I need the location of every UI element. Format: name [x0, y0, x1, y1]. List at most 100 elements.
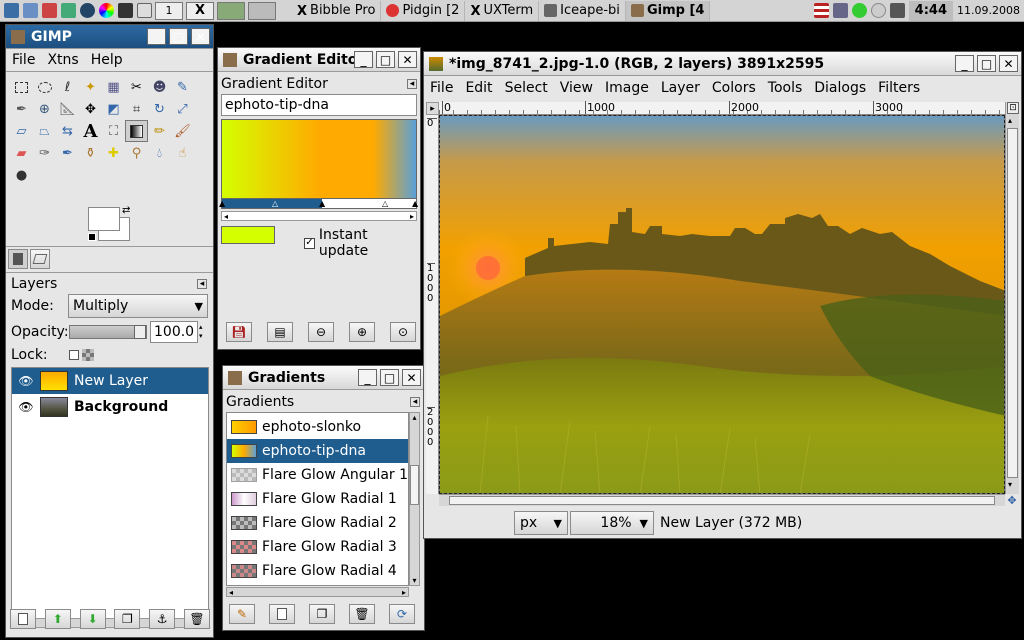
gradients-hscrollbar[interactable]: ◂ ▸ [226, 587, 409, 597]
task-bibble[interactable]: X Bibble Pro [292, 0, 382, 21]
status-green-icon[interactable] [851, 3, 867, 18]
status-grey-icon[interactable] [870, 3, 886, 18]
raise-layer-icon[interactable]: ⬆ [44, 609, 71, 629]
minimize-button[interactable]: _ [147, 28, 166, 45]
heal-icon[interactable]: ✚ [102, 142, 125, 164]
menu-dialogs[interactable]: Dialogs [808, 80, 872, 96]
menu-edit[interactable]: Edit [459, 80, 498, 96]
toolbox-titlebar[interactable]: GIMP _ □ ✕ [6, 25, 213, 49]
scroll-up-icon[interactable]: ▴ [1008, 116, 1012, 125]
flag-us-icon[interactable] [813, 3, 829, 18]
move-icon[interactable]: ✥ [79, 98, 102, 120]
stop-marker-icon[interactable]: ▲ [319, 200, 325, 208]
fuzzy-select-icon[interactable]: ✦ [79, 76, 102, 98]
delete-layer-icon[interactable]: 🗑︎ [183, 609, 210, 629]
menu-layer[interactable]: Layer [655, 80, 706, 96]
menu-image[interactable]: Image [599, 80, 655, 96]
mode-select[interactable]: Multiply ▼ [68, 294, 208, 318]
text-icon[interactable]: A [79, 120, 102, 142]
task-gimp[interactable]: Gimp [4 [625, 0, 711, 21]
workspace-4-button[interactable] [248, 1, 276, 20]
scroll-down-icon[interactable]: ▾ [412, 576, 416, 585]
gradient-name-input[interactable]: ephoto-tip-dna [221, 94, 417, 116]
perspective-icon[interactable]: ⏢ [33, 120, 56, 142]
scroll-thumb[interactable] [410, 465, 419, 505]
anchor-layer-icon[interactable]: ⚓ [149, 609, 176, 629]
close-button[interactable]: ✕ [999, 55, 1018, 72]
scroll-right-icon[interactable]: ▸ [402, 588, 406, 597]
opacity-input[interactable]: 100.0 [150, 321, 198, 343]
document-launcher-icon[interactable] [137, 3, 152, 18]
opacity-slider[interactable] [69, 325, 147, 339]
scroll-left-icon[interactable]: ◂ [229, 588, 233, 597]
scale-icon[interactable]: ⤢ [171, 98, 194, 120]
gradient-stops-bar[interactable]: ▲ △ ▲ △ ▲ [219, 199, 418, 209]
image-canvas[interactable] [439, 115, 1005, 494]
gradient-item[interactable]: ephoto-tip-dna [227, 439, 408, 463]
duplicate-gradient-icon[interactable]: ❐ [309, 604, 335, 624]
scissors-icon[interactable]: ✂ [125, 76, 148, 98]
gradient-item[interactable]: Flare Glow Radial 4 [227, 559, 408, 583]
color-picker-icon[interactable]: ✒ [10, 98, 33, 120]
gradient-preview[interactable] [221, 119, 417, 199]
zoom-select[interactable]: 18% ▼ [570, 511, 654, 535]
workspace-2-button[interactable]: X [186, 1, 214, 20]
layer-row[interactable]: 👁︎ Background [12, 394, 208, 420]
measure-icon[interactable]: 📐︎ [56, 98, 79, 120]
refresh-gradients-icon[interactable]: ⟳ [389, 604, 415, 624]
minimize-button[interactable]: _ [358, 369, 377, 386]
terminal-launcher-icon[interactable] [4, 3, 19, 18]
workspace-1-button[interactable]: 1 [155, 1, 183, 20]
tab-menu-icon[interactable]: ◂ [410, 397, 420, 407]
gradient-item[interactable]: Flare Glow Radial 1 [227, 487, 408, 511]
menu-view[interactable]: View [554, 80, 599, 96]
rotate-icon[interactable]: ↻ [148, 98, 171, 120]
scroll-right-icon[interactable]: ▸ [410, 212, 414, 221]
maximize-button[interactable]: □ [376, 51, 395, 68]
blend-icon[interactable] [125, 120, 148, 142]
zoom-in-icon[interactable]: ⊕ [349, 322, 375, 342]
scroll-down-icon[interactable]: ▾ [1008, 480, 1012, 489]
instant-update-checkbox[interactable]: ✓ [304, 237, 315, 249]
foreground-select-icon[interactable]: ☻ [148, 76, 171, 98]
zoom-all-icon[interactable]: ⊙ [390, 322, 416, 342]
horizontal-ruler[interactable]: 0 1000 2000 3000 [439, 101, 1005, 115]
close-button[interactable]: ✕ [402, 369, 421, 386]
scroll-thumb[interactable] [449, 496, 995, 505]
task-pidgin[interactable]: Pidgin [2 [381, 0, 466, 21]
globe-launcher-icon[interactable] [80, 3, 95, 18]
stop-marker-icon[interactable]: △ [272, 200, 278, 208]
mail-launcher-icon[interactable] [61, 3, 76, 18]
default-colors-icon[interactable] [88, 233, 96, 241]
gradient-hscrollbar[interactable]: ◂ ▸ [221, 211, 417, 221]
crop-icon[interactable]: ⌗ [125, 98, 148, 120]
save-icon[interactable]: 💾︎ [226, 322, 252, 342]
network-icon[interactable] [889, 3, 905, 18]
smudge-icon[interactable]: ☝ [171, 142, 194, 164]
user-icon[interactable] [832, 3, 848, 18]
gradients-titlebar[interactable]: Gradients _ □ ✕ [223, 366, 424, 390]
airbrush-icon[interactable]: ✑ [33, 142, 56, 164]
pencil-icon[interactable]: ✏ [148, 120, 171, 142]
menu-tools[interactable]: Tools [762, 80, 809, 96]
close-button[interactable]: ✕ [191, 28, 210, 45]
menu-xtns[interactable]: Xtns [41, 52, 84, 68]
blur-icon[interactable]: 💧︎ [148, 142, 171, 164]
paintbrush-icon[interactable]: 🖌︎ [171, 120, 194, 142]
lasso-icon[interactable]: ℓ [56, 76, 79, 98]
image-titlebar[interactable]: *img_8741_2.jpg-1.0 (RGB, 2 layers) 3891… [424, 52, 1021, 76]
minimize-button[interactable]: _ [955, 55, 974, 72]
edit-gradient-icon[interactable]: ✎ [229, 604, 255, 624]
menu-colors[interactable]: Colors [706, 80, 762, 96]
opacity-spin[interactable]: ▴ ▾ [199, 321, 208, 343]
menu-select[interactable]: Select [499, 80, 554, 96]
channels-tab-icon[interactable] [30, 249, 50, 269]
menu-file[interactable]: File [6, 52, 41, 68]
lower-layer-icon[interactable]: ⬇ [79, 609, 106, 629]
quick-mask-corner[interactable]: ▸ [426, 102, 439, 115]
stop-marker-icon[interactable]: ▲ [412, 200, 418, 208]
image-vscrollbar[interactable]: ⊡ ▴ ▾ [1005, 102, 1019, 494]
scroll-up-icon[interactable]: ▴ [412, 413, 416, 422]
new-layer-icon[interactable] [10, 609, 36, 629]
perspective-clone-icon[interactable]: ⚲ [125, 142, 148, 164]
